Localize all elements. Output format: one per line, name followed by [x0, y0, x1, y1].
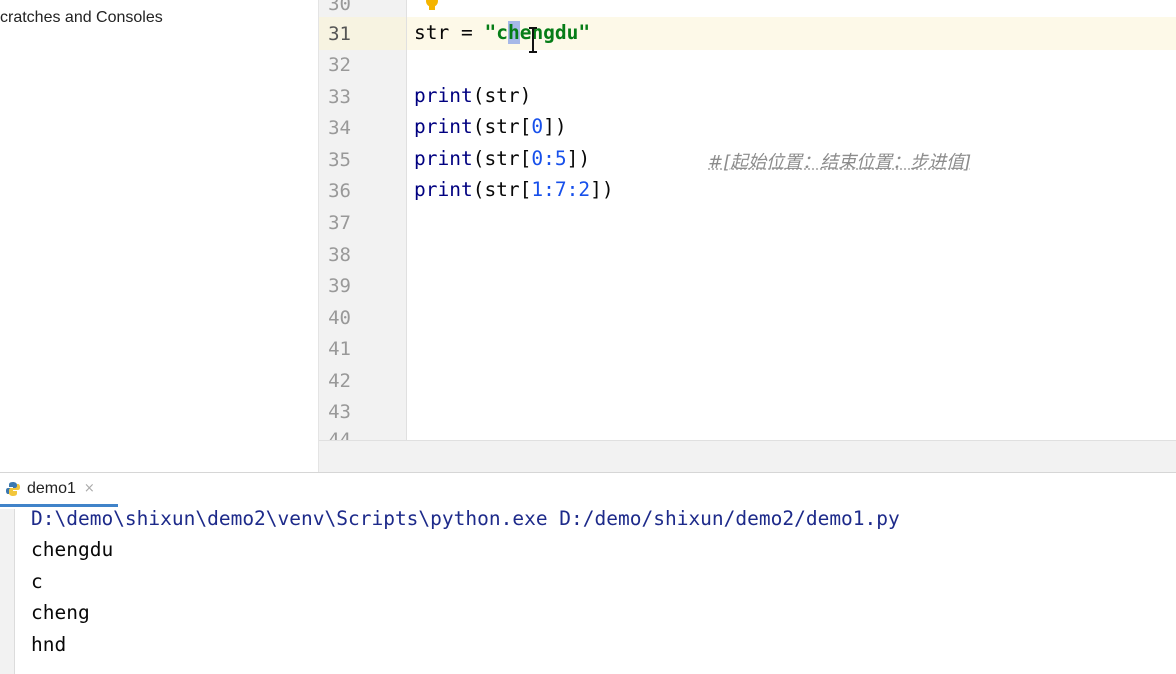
line-number: 37	[328, 212, 351, 234]
line-number: 30	[328, 0, 351, 15]
console-output-line: c	[31, 570, 43, 593]
line-number: 34	[328, 117, 351, 139]
line-number: 36	[328, 180, 351, 202]
project-tree-panel: cratches and Consoles	[0, 0, 319, 472]
line-number-current: 31	[328, 23, 351, 45]
slice-numbers: 1:7:2	[531, 178, 591, 201]
builtin-print: print	[414, 147, 473, 170]
console-output-line: chengdu	[31, 538, 114, 561]
code-editor[interactable]: 30 31 32 33 34 35 36 37 38 39 40 41 42 4…	[319, 0, 1176, 440]
call-args-open: (str[	[472, 178, 532, 201]
console-output-line: cheng	[31, 601, 90, 624]
code-line-34[interactable]: print(str[0])	[414, 116, 567, 138]
slice-numbers: 0:5	[531, 147, 567, 170]
editor-horizontal-scrollbar[interactable]	[319, 440, 1176, 473]
variable-str: str	[414, 21, 450, 44]
console-output-line: hnd	[31, 633, 67, 656]
line-number: 41	[328, 338, 351, 360]
code-line-35[interactable]: print(str[0:5])	[414, 148, 590, 170]
operator: =	[449, 21, 485, 44]
text-cursor-icon	[529, 27, 537, 53]
selected-text: h	[507, 21, 520, 44]
builtin-print: print	[414, 115, 473, 138]
string-literal-start: "c	[484, 21, 508, 44]
code-line-36[interactable]: print(str[1:7:2])	[414, 179, 614, 201]
code-line-31[interactable]: str = "chengdu"	[414, 21, 590, 44]
index-number: 0	[531, 115, 544, 138]
line-number: 43	[328, 401, 351, 423]
line-number: 35	[328, 149, 351, 171]
call-args-open: (str[	[472, 115, 532, 138]
line-number: 40	[328, 307, 351, 329]
tree-item-scratches-and-consoles[interactable]: cratches and Consoles	[0, 9, 163, 27]
code-line-33[interactable]: print(str)	[414, 85, 531, 107]
close-icon[interactable]: ×	[84, 481, 95, 496]
ide-window: cratches and Consoles 30 31 32 33 34 35 …	[0, 0, 1176, 674]
run-tab-label: demo1	[27, 479, 76, 497]
lightbulb-icon[interactable]	[425, 0, 439, 12]
call-args-close: ])	[566, 147, 591, 170]
line-number: 39	[328, 275, 351, 297]
call-args-open: (str[	[472, 147, 532, 170]
run-tab-demo1[interactable]: demo1 ×	[0, 473, 118, 507]
run-tool-window: demo1 × D:\demo\shixun\demo2\venv\Script…	[0, 472, 1176, 674]
call-args-close: ])	[543, 115, 567, 138]
python-icon	[6, 481, 20, 496]
code-comment: #[起始位置：结束位置：步进值]	[708, 152, 972, 173]
call-args-close: ])	[590, 178, 614, 201]
builtin-print: print	[414, 84, 473, 107]
console-command-line[interactable]: D:\demo\shixun\demo2\venv\Scripts\python…	[31, 508, 900, 530]
builtin-print: print	[414, 178, 473, 201]
line-number: 42	[328, 370, 351, 392]
call-args: (str)	[472, 84, 532, 107]
line-number: 33	[328, 86, 351, 108]
line-number: 32	[328, 54, 351, 76]
run-toolbar-strip	[0, 509, 15, 674]
line-number: 44	[319, 430, 351, 440]
line-number: 38	[328, 244, 351, 266]
